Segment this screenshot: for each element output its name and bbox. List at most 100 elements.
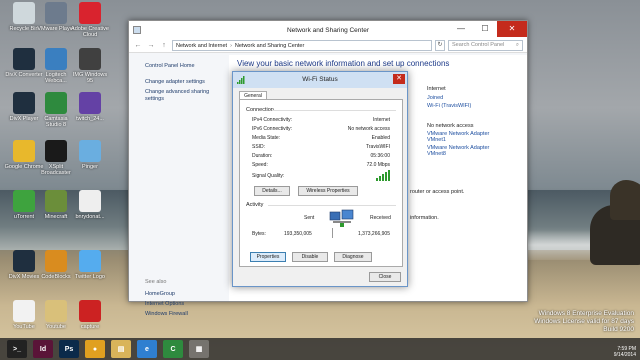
taskbar-indesign-button[interactable]: Id (33, 340, 53, 358)
breadcrumb[interactable]: Network and Internet › Network and Shari… (172, 40, 432, 51)
breadcrumb-item[interactable]: Network and Sharing Center (235, 43, 304, 49)
refresh-icon[interactable]: ↻ (435, 40, 445, 51)
desktop-icon[interactable]: bnrydonat... (70, 190, 110, 220)
desktop-icon[interactable]: Twitter Logo (70, 250, 110, 280)
app-icon (45, 140, 67, 162)
desktop-icon-label: twitch_24... (76, 116, 104, 122)
homegroup-joined-link[interactable]: Joined (427, 95, 443, 101)
bytes-received-value: 1,373,266,905 (358, 231, 390, 237)
homegroup-link[interactable]: HomeGroup (145, 291, 175, 297)
clock-date: 9/14/2014 (613, 352, 636, 358)
duration-value: 05:36:00 (370, 153, 390, 159)
taskbar-ie-button[interactable]: e (137, 340, 157, 358)
received-label: Received (370, 215, 391, 221)
info-text: information. (410, 215, 439, 221)
ipv4-label: IPv4 Connectivity: (252, 117, 293, 123)
cmd-icon: >_ (13, 345, 21, 353)
camtasia-icon: C (170, 345, 176, 353)
disable-button[interactable]: Disable (292, 252, 328, 262)
ipv6-label: IPv6 Connectivity: (252, 126, 293, 132)
bytes-sent-value: 193,350,005 (284, 231, 312, 237)
wifi-status-dialog: Wi-Fi Status ✕ General Connection IPv4 C… (232, 71, 408, 287)
watermark-line: Windows License valid for 87 days (534, 318, 634, 325)
dialog-close-text-button[interactable]: Close (369, 272, 401, 282)
ssid-value: TravisWIFI (366, 144, 390, 150)
media-state-label: Media State: (252, 135, 281, 141)
maximize-button[interactable]: ☐ (473, 21, 497, 37)
network-activity-icon (329, 209, 354, 227)
network-icon: ▦ (195, 346, 203, 353)
wifi-connection-link[interactable]: Wi-Fi (TravisWIFI) (427, 103, 471, 109)
desktop-icon-label: capture (80, 324, 100, 330)
chrome-icon: ● (92, 345, 98, 353)
search-placeholder: Search Control Panel (452, 42, 505, 48)
wireless-properties-button[interactable]: Wireless Properties (298, 186, 358, 196)
bytes-label: Bytes: (252, 231, 266, 237)
watermark-line: Build 9200 (603, 326, 634, 333)
app-icon (79, 300, 101, 322)
app-icon (13, 92, 35, 114)
minimize-button[interactable]: — (449, 21, 473, 37)
desktop-icon-label: Adobe Creative Cloud (71, 26, 109, 38)
vmnet1-link[interactable]: VMware Network Adapter VMnet1 (427, 131, 499, 143)
dialog-titlebar[interactable]: Wi-Fi Status ✕ (233, 72, 407, 88)
change-adapter-settings-link[interactable]: Change adapter settings (145, 79, 229, 86)
access-type-value: Internet (427, 86, 446, 92)
taskbar-network-button[interactable]: ▦ (189, 340, 209, 358)
app-icon (79, 48, 101, 70)
breadcrumb-item[interactable]: Network and Internet (176, 43, 227, 49)
dialog-close-button[interactable]: ✕ (393, 74, 405, 84)
window-titlebar[interactable]: Network and Sharing Center — ☐ ✕ (129, 21, 527, 39)
desktop-icon[interactable]: Pinger (70, 140, 110, 170)
ipv6-value: No network access (347, 126, 390, 132)
desktop-icon[interactable]: Adobe Creative Cloud (70, 2, 110, 38)
media-state-value: Enabled (371, 135, 390, 141)
desktop-icon[interactable]: IMG Windows 95 (70, 48, 110, 84)
signal-quality-label: Signal Quality: (252, 173, 285, 179)
search-icon: ⌕ (515, 42, 519, 48)
forward-icon[interactable]: → (146, 41, 156, 51)
change-advanced-sharing-link[interactable]: Change advanced sharing settings (145, 89, 229, 103)
search-input[interactable]: Search Control Panel ⌕ (448, 40, 523, 51)
app-icon (13, 300, 35, 322)
taskbar-cmd-button[interactable]: >_ (7, 340, 27, 358)
signal-icon (237, 76, 245, 84)
page-heading: View your basic network information and … (237, 59, 450, 68)
taskbar-explorer-button[interactable]: ▤ (111, 340, 131, 358)
internet-options-link[interactable]: Internet Options (145, 301, 184, 307)
windows-firewall-link[interactable]: Windows Firewall (145, 311, 188, 317)
see-also-label: See also (145, 279, 167, 285)
app-icon (13, 250, 35, 272)
network-icon (133, 26, 141, 34)
up-icon[interactable]: ↑ (159, 41, 169, 51)
divider (268, 205, 396, 206)
vmnet8-link[interactable]: VMware Network Adapter VMnet8 (427, 145, 499, 157)
app-icon (79, 92, 101, 114)
details-button[interactable]: Details... (254, 186, 290, 196)
speed-label: Speed: (252, 162, 268, 168)
app-icon (13, 48, 35, 70)
duration-label: Duration: (252, 153, 273, 159)
ssid-label: SSID: (252, 144, 266, 150)
taskbar: >_ Id Ps ● ▤ e C ▦ 7:59 PM 9/14/2014 (0, 338, 640, 360)
app-icon (45, 190, 67, 212)
taskbar-camtasia-button[interactable]: C (163, 340, 183, 358)
diagnose-button[interactable]: Diagnose (334, 252, 372, 262)
app-icon (13, 190, 35, 212)
app-icon (45, 48, 67, 70)
taskbar-chrome-button[interactable]: ● (85, 340, 105, 358)
rock-background (610, 180, 640, 220)
left-pane: Control Panel Home Change adapter settin… (129, 55, 229, 317)
taskbar-photoshop-button[interactable]: Ps (59, 340, 79, 358)
desktop-icon[interactable]: twitch_24... (70, 92, 110, 122)
control-panel-home-link[interactable]: Control Panel Home (145, 63, 229, 70)
properties-button[interactable]: Properties (250, 252, 286, 262)
sent-label: Sent (304, 215, 315, 221)
desktop-icon[interactable]: capture (70, 300, 110, 330)
system-clock[interactable]: 7:59 PM 9/14/2014 (614, 346, 636, 358)
app-icon (45, 300, 67, 322)
speed-value: 72.0 Mbps (366, 162, 390, 168)
divider (332, 228, 333, 238)
back-icon[interactable]: ← (133, 41, 143, 51)
close-button[interactable]: ✕ (497, 21, 527, 37)
